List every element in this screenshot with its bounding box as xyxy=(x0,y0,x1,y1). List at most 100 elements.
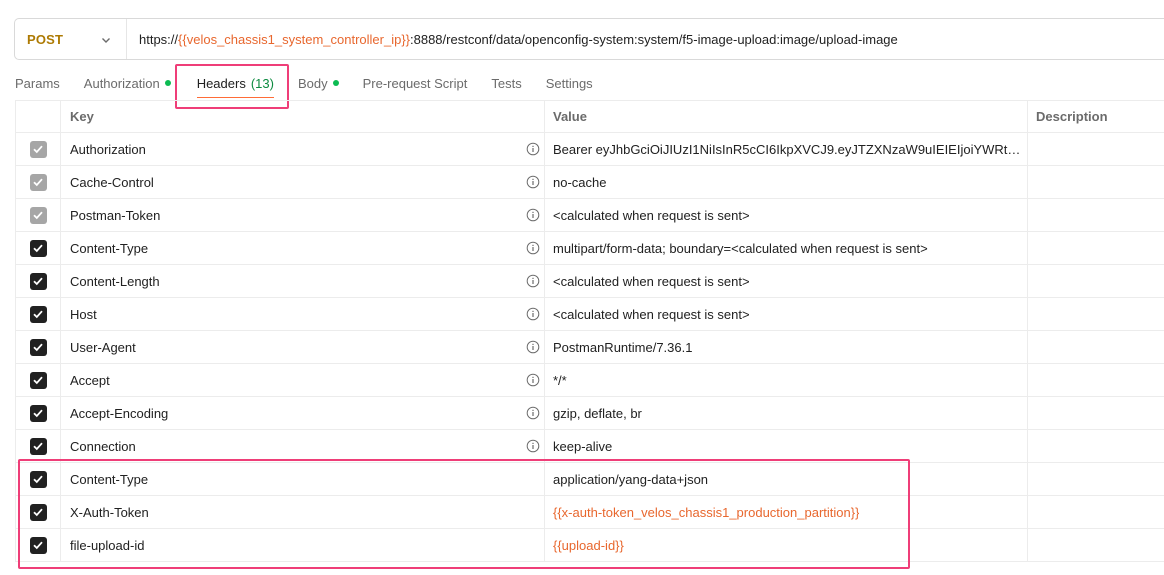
checkmark-icon xyxy=(32,143,44,155)
table-row: Authorization Bearer eyJhbGciOiJIUzI1NiIs… xyxy=(15,133,1164,166)
info-icon[interactable] xyxy=(526,241,540,255)
value-cell[interactable]: PostmanRuntime/7.36.1 xyxy=(545,331,1028,363)
value-cell[interactable]: multipart/form-data; boundary=<calculate… xyxy=(545,232,1028,264)
value-cell[interactable]: <calculated when request is sent> xyxy=(545,265,1028,297)
checkmark-icon xyxy=(32,440,44,452)
enabled-checkbox[interactable] xyxy=(29,305,47,323)
description-cell[interactable] xyxy=(1028,166,1164,198)
header-value: keep-alive xyxy=(553,438,613,454)
key-cell[interactable]: User-Agent xyxy=(61,331,545,363)
row-check-cell xyxy=(15,232,61,264)
key-cell[interactable]: Content-Type xyxy=(61,232,545,264)
description-cell[interactable] xyxy=(1028,298,1164,330)
row-check-cell xyxy=(15,298,61,330)
value-cell[interactable]: no-cache xyxy=(545,166,1028,198)
value-cell[interactable]: */* xyxy=(545,364,1028,396)
key-cell[interactable]: Connection xyxy=(61,430,545,462)
header-value: <calculated when request is sent> xyxy=(553,306,750,322)
checkmark-icon xyxy=(32,374,44,386)
method-label: POST xyxy=(27,31,64,47)
description-cell[interactable] xyxy=(1028,331,1164,363)
enabled-checkbox[interactable] xyxy=(29,404,47,422)
info-icon[interactable] xyxy=(526,175,540,189)
table-row: Accept-Encoding gzip, deflate, br xyxy=(15,397,1164,430)
description-cell[interactable] xyxy=(1028,232,1164,264)
header-value: Bearer eyJhbGciOiJIUzI1NiIsInR5cCI6IkpXV… xyxy=(553,141,1023,157)
description-cell[interactable] xyxy=(1028,430,1164,462)
table-row: Content-Length <calculated when request i… xyxy=(15,265,1164,298)
tab-label: Pre-request Script xyxy=(362,75,468,91)
description-cell[interactable] xyxy=(1028,364,1164,396)
info-icon[interactable] xyxy=(526,340,540,354)
header-key: Connection xyxy=(70,438,136,454)
url-input[interactable]: https://{{velos_chassis1_system_controll… xyxy=(127,32,898,47)
enabled-checkbox[interactable] xyxy=(29,272,47,290)
column-header-description: Description xyxy=(1036,109,1108,124)
enabled-checkbox[interactable] xyxy=(29,173,47,191)
table-row: Cache-Control no-cache xyxy=(15,166,1164,199)
status-dot-icon xyxy=(164,80,171,86)
request-url-bar: POST https://{{velos_chassis1_system_con… xyxy=(14,18,1164,60)
value-cell[interactable]: <calculated when request is sent> xyxy=(545,199,1028,231)
value-cell[interactable]: keep-alive xyxy=(545,430,1028,462)
description-cell[interactable] xyxy=(1028,463,1164,495)
enabled-checkbox[interactable] xyxy=(29,206,47,224)
tab-label: Params xyxy=(15,75,60,91)
description-cell[interactable] xyxy=(1028,529,1164,561)
tab-authorization[interactable]: Authorization xyxy=(84,66,171,100)
key-cell[interactable]: Content-Length xyxy=(61,265,545,297)
value-cell[interactable]: Bearer eyJhbGciOiJIUzI1NiIsInR5cCI6IkpXV… xyxy=(545,133,1028,165)
key-cell[interactable]: Authorization xyxy=(61,133,545,165)
tab-settings[interactable]: Settings xyxy=(546,66,593,100)
column-header-value: Value xyxy=(545,101,1028,132)
info-icon[interactable] xyxy=(526,307,540,321)
key-cell[interactable]: Host xyxy=(61,298,545,330)
info-icon[interactable] xyxy=(526,373,540,387)
info-icon[interactable] xyxy=(526,142,540,156)
table-row: Postman-Token <calculated when request is… xyxy=(15,199,1164,232)
key-cell[interactable]: Postman-Token xyxy=(61,199,545,231)
column-header-key: Key xyxy=(61,101,545,132)
status-dot-icon xyxy=(332,80,339,86)
enabled-checkbox[interactable] xyxy=(29,371,47,389)
value-cell[interactable]: gzip, deflate, br xyxy=(545,397,1028,429)
checkmark-icon xyxy=(32,341,44,353)
url-variable: {{velos_chassis1_system_controller_ip}} xyxy=(178,31,410,47)
header-key: User-Agent xyxy=(70,339,136,355)
enabled-checkbox[interactable] xyxy=(29,338,47,356)
info-icon[interactable] xyxy=(526,406,540,420)
header-key: Cache-Control xyxy=(70,174,154,190)
tab-label: Settings xyxy=(545,75,593,91)
header-value: gzip, deflate, br xyxy=(553,405,642,421)
info-icon[interactable] xyxy=(526,208,540,222)
checkmark-icon xyxy=(32,407,44,419)
tab-tests[interactable]: Tests xyxy=(491,66,521,100)
request-tabs: Params Authorization Headers (13) Body Pr… xyxy=(15,66,617,100)
description-cell[interactable] xyxy=(1028,496,1164,528)
method-select[interactable]: POST xyxy=(15,19,127,59)
description-cell[interactable] xyxy=(1028,265,1164,297)
header-value: <calculated when request is sent> xyxy=(553,273,750,289)
info-icon[interactable] xyxy=(526,439,540,453)
header-key: Postman-Token xyxy=(70,207,161,223)
header-key: Authorization xyxy=(70,141,146,157)
description-cell[interactable] xyxy=(1028,133,1164,165)
chevron-down-icon xyxy=(102,38,110,43)
enabled-checkbox[interactable] xyxy=(29,140,47,158)
checkmark-icon xyxy=(32,242,44,254)
tab-body[interactable]: Body xyxy=(298,66,339,100)
enabled-checkbox[interactable] xyxy=(29,239,47,257)
tab-pre-request-script[interactable]: Pre-request Script xyxy=(363,66,468,100)
key-cell[interactable]: Accept-Encoding xyxy=(61,397,545,429)
tab-params[interactable]: Params xyxy=(15,66,60,100)
info-icon[interactable] xyxy=(526,274,540,288)
description-cell[interactable] xyxy=(1028,199,1164,231)
key-cell[interactable]: Accept xyxy=(61,364,545,396)
url-suffix: :8888/restconf/data/openconfig-system:sy… xyxy=(410,31,898,47)
value-cell[interactable]: <calculated when request is sent> xyxy=(545,298,1028,330)
description-cell[interactable] xyxy=(1028,397,1164,429)
tab-label: Body xyxy=(297,75,328,91)
key-cell[interactable]: Cache-Control xyxy=(61,166,545,198)
enabled-checkbox[interactable] xyxy=(29,437,47,455)
header-key: Content-Length xyxy=(70,273,160,289)
